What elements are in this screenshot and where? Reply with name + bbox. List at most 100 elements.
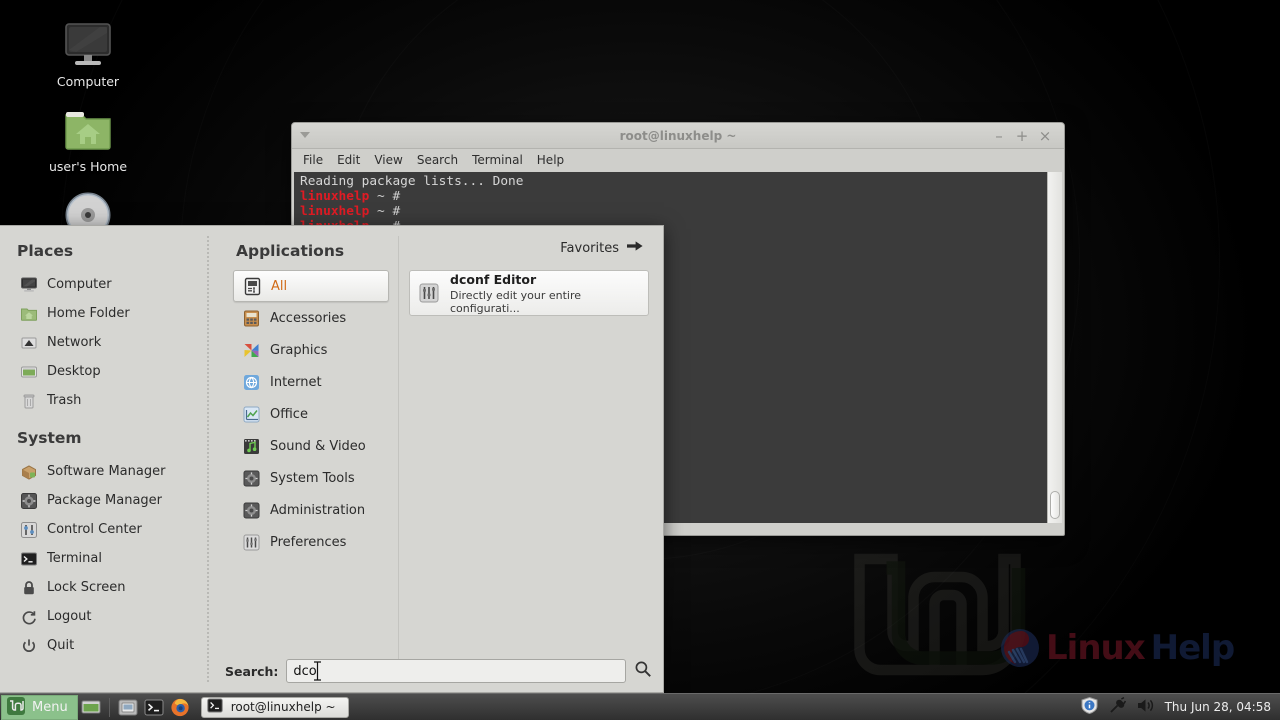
show-desktop-icon[interactable] (80, 697, 102, 718)
terminal-icon[interactable] (143, 697, 165, 718)
taskbar[interactable]: Menu root@linuxhelp ~ Thu Jun 28, 04:58 (0, 693, 1280, 720)
trash-icon (20, 392, 38, 410)
category-system-tools[interactable]: System Tools (233, 462, 389, 494)
system-item-software-manager[interactable]: Software Manager (14, 457, 209, 486)
desktop[interactable]: Linux Help Computer user's Home root@lin… (0, 0, 1280, 720)
window-task-button[interactable]: root@linuxhelp ~ (200, 696, 349, 718)
app-result-dconf-editor[interactable]: dconf Editor Directly edit your entire c… (409, 270, 649, 316)
software-manager-icon (20, 463, 38, 481)
category-label: Preferences (270, 534, 347, 550)
maximize-button[interactable]: + (1012, 126, 1032, 146)
category-administration[interactable]: Administration (233, 494, 389, 526)
desktop-icon-label: user's Home (48, 159, 128, 174)
terminal-scrollbar[interactable] (1047, 172, 1062, 523)
places-item-trash[interactable]: Trash (14, 386, 209, 415)
search-input[interactable] (286, 659, 626, 683)
dconf-editor-icon (418, 282, 440, 304)
taskbar-separator (108, 697, 110, 717)
category-graphics[interactable]: Graphics (233, 334, 389, 366)
minimize-button[interactable]: – (989, 126, 1009, 146)
network-plug-icon[interactable] (1108, 696, 1127, 718)
menu-left-column: Places Computer Home Folder Network Desk… (0, 226, 209, 692)
places-item-network[interactable]: Network (14, 328, 209, 357)
desktop-icon-computer[interactable]: Computer (33, 20, 143, 89)
places-item-home-folder[interactable]: Home Folder (14, 299, 209, 328)
places-section: Places Computer Home Folder Network Desk… (14, 242, 209, 415)
volume-icon[interactable] (1136, 696, 1156, 718)
category-label: Graphics (270, 342, 328, 358)
mint-logo-icon (6, 696, 26, 719)
administration-icon (242, 501, 261, 520)
terminal-menubar[interactable]: File Edit View Search Terminal Help (292, 149, 1064, 171)
places-item-desktop[interactable]: Desktop (14, 357, 209, 386)
category-label: Administration (270, 502, 366, 518)
menu-item-terminal[interactable]: Terminal (465, 151, 530, 169)
firefox-icon[interactable] (169, 697, 191, 718)
office-icon (242, 405, 261, 424)
category-preferences[interactable]: Preferences (233, 526, 389, 558)
system-item-label: Logout (47, 609, 92, 624)
system-item-label: Lock Screen (47, 580, 126, 595)
search-label: Search: (225, 663, 279, 679)
linuxhelp-brand-watermark: Linux Help (1000, 628, 1235, 668)
system-item-control-center[interactable]: Control Center (14, 515, 209, 544)
menu-results-column: Favorites dconf Editor Directly edit you… (399, 226, 663, 692)
terminal-title: root@linuxhelp ~ (619, 129, 737, 143)
app-result-description: Directly edit your entire configurati... (450, 288, 582, 315)
home-folder-icon (20, 305, 38, 323)
computer-monitor-icon (20, 276, 38, 294)
menu-item-help[interactable]: Help (530, 151, 571, 169)
desktop-icon-home[interactable]: user's Home (33, 105, 143, 174)
category-all[interactable]: All (233, 270, 389, 302)
category-internet[interactable]: Internet (233, 366, 389, 398)
places-item-computer[interactable]: Computer (14, 270, 209, 299)
app-result-name: dconf Editor (450, 271, 537, 287)
system-tray[interactable]: Thu Jun 28, 04:58 (1080, 696, 1280, 718)
arrow-right-icon (627, 240, 643, 256)
lock-icon (20, 579, 38, 597)
close-button[interactable]: × (1035, 126, 1055, 146)
menu-categories-column: Applications All Accessories Graphics In… (209, 226, 399, 692)
files-icon[interactable] (117, 697, 139, 718)
applications-heading: Applications (236, 242, 345, 260)
clock[interactable]: Thu Jun 28, 04:58 (1165, 700, 1271, 714)
preferences-icon (242, 533, 261, 552)
linuxhelp-logo-icon (1001, 629, 1039, 667)
category-sound-video[interactable]: Sound & Video (233, 430, 389, 462)
terminal-icon (20, 550, 38, 568)
menu-item-search[interactable]: Search (410, 151, 465, 169)
menu-item-edit[interactable]: Edit (330, 151, 367, 169)
category-accessories[interactable]: Accessories (233, 302, 389, 334)
system-item-label: Package Manager (47, 493, 163, 508)
menu-item-file[interactable]: File (296, 151, 330, 169)
all-apps-icon (243, 277, 262, 296)
category-label: Office (270, 406, 308, 422)
search-input-wrapper[interactable] (286, 659, 626, 683)
search-icon[interactable] (634, 660, 652, 682)
terminal-icon (207, 698, 223, 716)
terminal-titlebar[interactable]: root@linuxhelp ~ – + × (292, 123, 1064, 149)
category-label: Internet (270, 374, 322, 390)
application-menu-panel[interactable]: Places Computer Home Folder Network Desk… (0, 225, 664, 693)
menu-item-view[interactable]: View (367, 151, 409, 169)
system-item-terminal[interactable]: Terminal (14, 544, 209, 573)
system-item-label: Software Manager (47, 464, 166, 479)
graphics-icon (242, 341, 261, 360)
places-item-label: Computer (47, 277, 112, 292)
system-item-lock-screen[interactable]: Lock Screen (14, 573, 209, 602)
accessories-icon (242, 309, 261, 328)
system-item-logout[interactable]: Logout (14, 602, 209, 631)
scrollbar-thumb[interactable] (1050, 491, 1060, 519)
desktop-icon (20, 363, 38, 381)
category-label: System Tools (270, 470, 355, 486)
favorites-label: Favorites (560, 240, 619, 256)
favorites-button[interactable]: Favorites (409, 240, 649, 256)
logout-icon (20, 608, 38, 626)
system-item-package-manager[interactable]: Package Manager (14, 486, 209, 515)
desktop-icon-label: Computer (56, 74, 120, 89)
terminal-line: linuxhelp ~ # (300, 189, 401, 205)
menu-button[interactable]: Menu (1, 694, 78, 720)
category-office[interactable]: Office (233, 398, 389, 430)
update-shield-icon[interactable] (1080, 696, 1099, 718)
system-item-label: Control Center (47, 522, 142, 537)
